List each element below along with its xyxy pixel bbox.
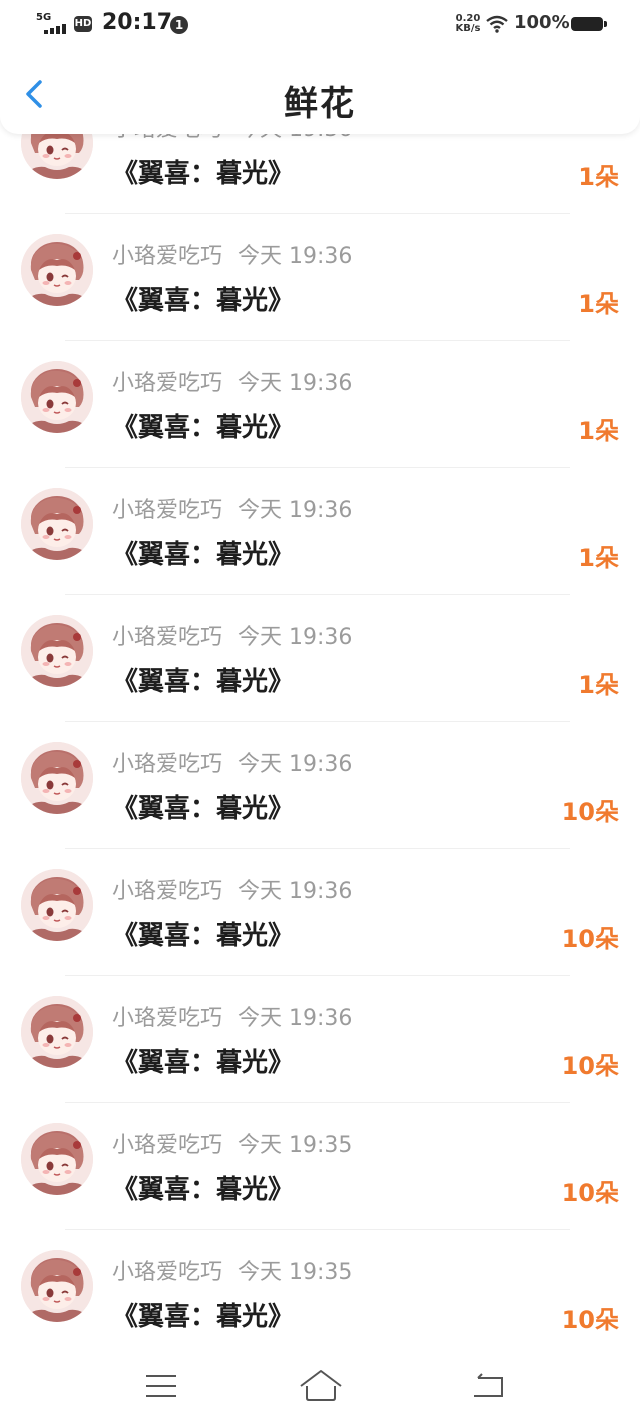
status-bar: 5G HD 20:17 1 0.20 KB/s 100%	[0, 0, 640, 50]
timestamp: 今天 19:36	[238, 1006, 353, 1031]
user-name: 小珞爱吃巧	[112, 498, 223, 523]
timestamp: 今天 19:36	[238, 371, 353, 396]
timestamp: 今天 19:35	[238, 1133, 353, 1158]
item-meta: 小珞爱吃巧今天 19:36	[112, 492, 352, 524]
gift-title: 《翼喜：暮光》	[112, 667, 295, 697]
timestamp: 今天 19:35	[238, 1260, 353, 1285]
network-speed-unit: KB/s	[455, 23, 481, 34]
gift-list: 小珞爱吃巧今天 19:36《翼喜：暮光》1朵小珞爱吃巧今天 19:36《翼喜：暮…	[0, 0, 640, 1357]
flower-count: 1朵	[578, 417, 619, 445]
item-meta: 小珞爱吃巧 今天 19:35	[112, 1254, 352, 1286]
hd-badge: HD	[74, 16, 92, 32]
avatar[interactable]	[21, 1250, 93, 1322]
avatar[interactable]	[21, 615, 93, 687]
item-meta: 小珞爱吃巧今天 19:36	[112, 365, 352, 397]
list-item[interactable]: 小珞爱吃巧 今天 19:35 《翼喜：暮光》 10朵	[0, 1230, 640, 1357]
avatar[interactable]	[21, 1123, 93, 1195]
list-item[interactable]: 小珞爱吃巧 今天 19:35 《翼喜：暮光》 10朵	[0, 1103, 640, 1230]
gift-title: 《翼喜：暮光》	[112, 286, 295, 316]
battery-percent: 100%	[514, 12, 570, 33]
gift-title: 《翼喜：暮光》	[112, 1175, 295, 1205]
flower-count: 1朵	[578, 290, 619, 318]
network-type: 5G	[36, 12, 52, 23]
menu-icon[interactable]	[144, 1372, 178, 1400]
flower-count: 10朵	[561, 1052, 619, 1080]
flower-count: 10朵	[561, 1179, 619, 1207]
avatar[interactable]	[21, 742, 93, 814]
gift-title: 《翼喜：暮光》	[112, 540, 295, 570]
system-nav-bar	[0, 1350, 640, 1422]
user-name: 小珞爱吃巧	[112, 625, 223, 650]
user-name: 小珞爱吃巧	[112, 1260, 223, 1285]
gift-title: 《翼喜：暮光》	[112, 1302, 295, 1332]
user-name: 小珞爱吃巧	[112, 371, 223, 396]
avatar[interactable]	[21, 234, 93, 306]
item-meta: 小珞爱吃巧今天 19:36	[112, 619, 352, 651]
item-meta: 小珞爱吃巧今天 19:36	[112, 746, 352, 778]
timestamp: 今天 19:36	[238, 752, 353, 777]
user-name: 小珞爱吃巧	[112, 244, 223, 269]
timestamp: 今天 19:36	[238, 244, 353, 269]
item-meta: 小珞爱吃巧今天 19:36	[112, 238, 352, 270]
flower-count: 1朵	[578, 671, 619, 699]
user-name: 小珞爱吃巧	[112, 1006, 223, 1031]
avatar[interactable]	[21, 996, 93, 1068]
wifi-icon	[486, 15, 508, 33]
user-name: 小珞爱吃巧	[112, 879, 223, 904]
list-item[interactable]: 小珞爱吃巧今天 19:36 《翼喜：暮光》 1朵	[0, 468, 640, 595]
flower-count: 10朵	[561, 1306, 619, 1334]
timestamp: 今天 19:36	[238, 498, 353, 523]
flower-count: 10朵	[561, 925, 619, 953]
page-title: 鲜花	[284, 84, 356, 124]
avatar[interactable]	[21, 361, 93, 433]
timestamp: 今天 19:36	[238, 879, 353, 904]
network-speed: 0.20 KB/s	[454, 14, 482, 34]
gift-title: 《翼喜：暮光》	[112, 794, 295, 824]
clock: 20:17	[102, 10, 173, 35]
avatar[interactable]	[21, 488, 93, 560]
notification-badge: 1	[170, 16, 188, 34]
user-name: 小珞爱吃巧	[112, 1133, 223, 1158]
flower-count: 1朵	[578, 544, 619, 572]
gift-title: 《翼喜：暮光》	[112, 1048, 295, 1078]
item-meta: 小珞爱吃巧今天 19:36	[112, 873, 352, 905]
timestamp: 今天 19:36	[238, 625, 353, 650]
list-item[interactable]: 小珞爱吃巧今天 19:36 《翼喜：暮光》 1朵	[0, 214, 640, 341]
list-item[interactable]: 小珞爱吃巧 今天 19:36 《翼喜：暮光》 10朵	[0, 849, 640, 976]
list-item[interactable]: 小珞爱吃巧今天 19:36 《翼喜：暮光》 1朵	[0, 341, 640, 468]
item-meta: 小珞爱吃巧今天 19:36	[112, 1000, 352, 1032]
signal-icon: 5G	[36, 12, 70, 36]
back-icon[interactable]	[470, 1370, 506, 1400]
user-name: 小珞爱吃巧	[112, 752, 223, 777]
flower-count: 1朵	[578, 163, 619, 191]
avatar[interactable]	[21, 869, 93, 941]
flower-count: 10朵	[561, 798, 619, 826]
battery-icon	[571, 17, 607, 31]
list-item[interactable]: 小珞爱吃巧 今天 19:36 《翼喜：暮光》 10朵	[0, 976, 640, 1103]
gift-title: 《翼喜：暮光》	[112, 413, 295, 443]
app-header: 鲜花	[0, 50, 640, 134]
item-meta: 小珞爱吃巧 今天 19:35	[112, 1127, 352, 1159]
gift-title: 《翼喜：暮光》	[112, 159, 295, 189]
list-item[interactable]: 小珞爱吃巧今天 19:36 《翼喜：暮光》 1朵	[0, 595, 640, 722]
gift-title: 《翼喜：暮光》	[112, 921, 295, 951]
list-item[interactable]: 小珞爱吃巧 今天 19:36 《翼喜：暮光》 10朵	[0, 722, 640, 849]
home-icon[interactable]	[298, 1368, 344, 1402]
